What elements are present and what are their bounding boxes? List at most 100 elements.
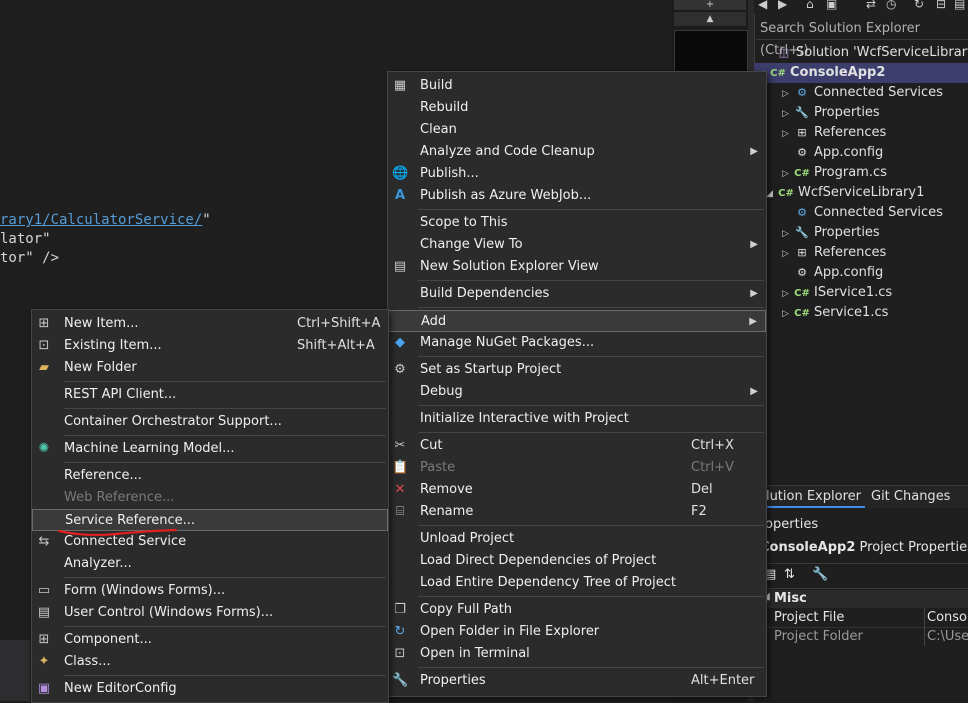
- sync-icon[interactable]: ⇄: [866, 0, 876, 11]
- menu-build-dependencies[interactable]: Build Dependencies ▶: [388, 283, 766, 305]
- menu-ml-model[interactable]: ✺ Machine Learning Model...: [32, 438, 388, 460]
- menu-container-support[interactable]: Container Orchestrator Support...: [32, 411, 388, 433]
- submenu-arrow-icon: ▶: [750, 386, 758, 397]
- menu-properties[interactable]: 🔧 Properties Alt+Enter: [388, 670, 766, 692]
- menu-publish[interactable]: 🌐 Publish...: [388, 163, 766, 185]
- solution-explorer-search[interactable]: Search Solution Explorer (Ctrl+;): [756, 18, 968, 58]
- tree-item-references[interactable]: ▷ ⊞ References: [782, 123, 886, 143]
- menu-rename[interactable]: ⌸ Rename F2: [388, 501, 766, 523]
- back-icon[interactable]: ◀: [758, 0, 767, 11]
- collapse-all-icon[interactable]: ⊟: [936, 0, 946, 11]
- editor-bottom-strip: [0, 640, 30, 701]
- tab-git-changes[interactable]: Git Changes: [867, 486, 954, 508]
- ml-icon: ✺: [38, 441, 50, 456]
- properties-toolbar: ▤ ⇅ 🔧: [760, 563, 968, 589]
- menu-manage-nuget[interactable]: ◆ Manage NuGet Packages...: [388, 332, 766, 354]
- menu-rebuild[interactable]: Rebuild: [388, 97, 766, 119]
- property-row[interactable]: Project FolderC:\User: [760, 627, 968, 646]
- menu-new-se-view[interactable]: ▤ New Solution Explorer View: [388, 256, 766, 278]
- menu-class[interactable]: ✦ Class...: [32, 651, 388, 673]
- separator: [418, 667, 764, 668]
- category-row[interactable]: ◢ Misc: [760, 590, 968, 608]
- menu-open-terminal[interactable]: ⊡ Open in Terminal: [388, 643, 766, 665]
- menu-new-folder[interactable]: ▰ New Folder: [32, 357, 388, 379]
- tree-item-references[interactable]: ▷ ⊞ References: [782, 243, 886, 263]
- scissors-icon: ✂: [394, 438, 406, 453]
- menu-initialize-interactive[interactable]: Initialize Interactive with Project: [388, 408, 766, 430]
- alphabetical-icon[interactable]: ⇅: [784, 567, 795, 582]
- menu-build[interactable]: ▦ Build: [388, 75, 766, 97]
- add-icon[interactable]: +: [674, 0, 746, 10]
- terminal-icon: ⊡: [394, 646, 406, 661]
- separator: [418, 280, 764, 281]
- references-icon: ⊞: [797, 126, 807, 139]
- menu-rest-api-client[interactable]: REST API Client...: [32, 384, 388, 406]
- tree-item-consoleapp2[interactable]: ◢C#ConsoleApp2: [754, 63, 968, 83]
- tree-item-iservice1-cs[interactable]: ▷ C# IService1.cs: [782, 283, 892, 303]
- tree-item-wcfservicelibrary1[interactable]: ◢ C# WcfServiceLibrary1: [764, 183, 924, 203]
- editorconfig-icon: ▣: [37, 681, 51, 696]
- menu-windows-form[interactable]: ▭ Form (Windows Forms)...: [32, 580, 388, 602]
- menu-unload-project[interactable]: Unload Project: [388, 528, 766, 550]
- csharp-file-icon: C#: [794, 288, 810, 299]
- menu-new-editorconfig[interactable]: ▣ New EditorConfig: [32, 678, 388, 700]
- close-icon: ✕: [394, 482, 406, 497]
- menu-analyze[interactable]: Analyze and Code Cleanup ▶: [388, 141, 766, 163]
- tree-item-connected-services[interactable]: ▷ ⚙ Connected Services: [782, 83, 943, 103]
- menu-add[interactable]: Add ▶: [388, 310, 766, 332]
- tree-item-properties[interactable]: ▷ 🔧 Properties: [782, 223, 880, 243]
- menu-component[interactable]: ⊞ Component...: [32, 629, 388, 651]
- tree-item-app-config[interactable]: ⚙ App.config: [782, 263, 883, 283]
- menu-open-folder[interactable]: ↻ Open Folder in File Explorer: [388, 621, 766, 643]
- scroll-up-icon[interactable]: ▲: [674, 12, 746, 26]
- separator: [64, 435, 386, 436]
- menu-analyzer[interactable]: Analyzer...: [32, 553, 388, 575]
- connected-services-icon: ⚙: [797, 86, 807, 99]
- existing-item-icon: ⊡: [38, 338, 50, 353]
- wrench-icon: 🔧: [795, 226, 809, 239]
- menu-load-direct-deps[interactable]: Load Direct Dependencies of Project: [388, 550, 766, 572]
- separator: [418, 307, 764, 308]
- menu-scope-to-this[interactable]: Scope to This: [388, 212, 766, 234]
- solution-icon: ◫: [778, 46, 790, 59]
- menu-load-entire-tree[interactable]: Load Entire Dependency Tree of Project: [388, 572, 766, 594]
- tree-item-program-cs[interactable]: ▷ C# Program.cs: [782, 163, 887, 183]
- tree-item-connected-services[interactable]: ⚙ Connected Services: [782, 203, 943, 223]
- menu-new-item[interactable]: ⊞ New Item... Ctrl+Shift+A: [32, 313, 388, 335]
- tree-item-app-config[interactable]: ⚙ App.config: [782, 143, 883, 163]
- menu-clean[interactable]: Clean: [388, 119, 766, 141]
- properties-object[interactable]: ConsoleApp2 Project Properties: [760, 540, 968, 555]
- property-row[interactable]: Project FileConsole: [760, 608, 968, 628]
- menu-copy-full-path[interactable]: ❐ Copy Full Path: [388, 599, 766, 621]
- menu-change-view[interactable]: Change View To ▶: [388, 234, 766, 256]
- menu-publish-webjob[interactable]: A Publish as Azure WebJob...: [388, 185, 766, 207]
- menu-user-control[interactable]: ▤ User Control (Windows Forms)...: [32, 602, 388, 624]
- gear-icon: ⚙: [394, 362, 406, 377]
- code-url[interactable]: rary1/CalculatorService/: [0, 212, 202, 228]
- home-icon[interactable]: ⌂: [806, 0, 814, 11]
- separator: [64, 626, 386, 627]
- menu-reference[interactable]: Reference...: [32, 465, 388, 487]
- menu-existing-item[interactable]: ⊡ Existing Item... Shift+Alt+A: [32, 335, 388, 357]
- tree-item-solution[interactable]: ◫Solution 'WcfServiceLibrary1' (2: [764, 43, 968, 63]
- tree-item-properties[interactable]: ▷ 🔧 Properties: [782, 103, 880, 123]
- component-icon: ⊞: [38, 632, 50, 647]
- property-pages-icon[interactable]: 🔧: [812, 567, 828, 582]
- history-icon[interactable]: ◷: [886, 0, 896, 11]
- tab-solution-explorer[interactable]: olution Explorer: [754, 486, 865, 508]
- menu-set-startup[interactable]: ⚙ Set as Startup Project: [388, 359, 766, 381]
- connected-service-icon: ⇆: [38, 534, 50, 549]
- switch-views-icon[interactable]: ▣: [826, 0, 837, 11]
- menu-cut[interactable]: ✂ Cut Ctrl+X: [388, 435, 766, 457]
- menu-remove[interactable]: ✕ Remove Del: [388, 479, 766, 501]
- config-icon: ⚙: [797, 266, 807, 279]
- tree-item-service1-cs[interactable]: ▷ C# Service1.cs: [782, 303, 888, 323]
- separator: [64, 675, 386, 676]
- separator: [418, 596, 764, 597]
- forward-icon[interactable]: ▶: [778, 0, 787, 11]
- show-all-files-icon[interactable]: ▤: [954, 0, 965, 11]
- minimap-viewport[interactable]: [674, 30, 748, 74]
- refresh-icon[interactable]: ↻: [914, 0, 924, 11]
- menu-debug[interactable]: Debug ▶: [388, 381, 766, 403]
- folder-icon: ▰: [39, 360, 49, 375]
